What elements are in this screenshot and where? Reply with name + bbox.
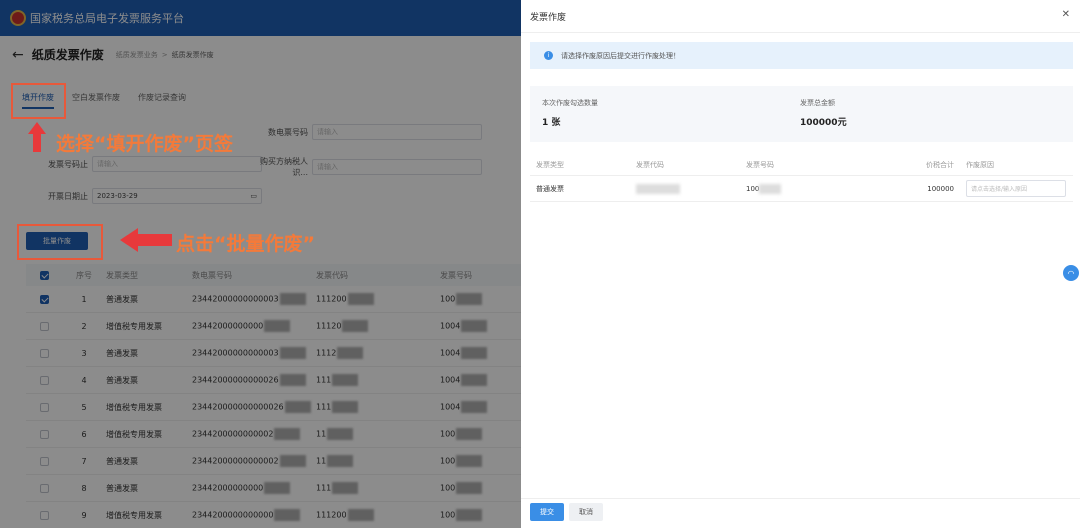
info-icon: i [544,51,553,60]
redacted-block [636,183,680,194]
table-header: 发票类型 发票代码 发票号码 价税合计 作废原因 [530,154,1073,176]
annotation-highlight-tab [11,83,66,119]
column-header: 作废原因 [966,160,994,169]
info-alert: i 请选择作废原因后提交进行作废处理！ [530,42,1073,69]
annotation-arrow-up-icon [28,122,46,154]
column-header: 发票号码 [746,160,774,169]
cancel-button[interactable]: 取消 [569,503,603,521]
annotation-select-tab: 选择“填开作废”页签 [56,133,233,155]
invoice-type-cell: 普通发票 [536,184,564,193]
annotation-highlight-batch [17,224,103,260]
void-reason-input[interactable]: 请点击选择/输入原因 [966,180,1066,197]
invoice-code-cell [630,183,740,194]
annotation-arrow-left-icon [120,228,172,252]
table-row: 普通发票 100 100000 请点击选择/输入原因 [530,176,1073,202]
invoice-number-cell: 100 [740,183,860,194]
headset-icon[interactable]: ◠ [1063,265,1079,281]
total-amount-stat: 发票总金额 100000元 [800,98,847,128]
selected-count-stat: 本次作废勾选数量 1 张 [542,98,598,128]
stat-label: 发票总金额 [800,99,835,107]
invoice-number-prefix: 100 [746,184,760,193]
alert-text: 请选择作废原因后提交进行作废处理！ [561,51,680,60]
total-amount-cell: 100000 [927,184,954,193]
column-header: 发票代码 [636,160,664,169]
selected-invoice-table: 发票类型 发票代码 发票号码 价税合计 作废原因 普通发票 100 100000… [530,154,1073,202]
redacted-block [759,183,782,194]
close-icon[interactable]: ✕ [1062,9,1070,20]
divider [521,32,1080,33]
divider [521,498,1080,499]
void-invoice-drawer: 发票作废 ✕ i 请选择作废原因后提交进行作废处理！ 本次作废勾选数量 1 张 … [521,0,1080,528]
column-header: 价税合计 [926,160,954,169]
stat-value: 1 张 [542,118,561,128]
column-header: 发票类型 [536,160,564,169]
void-reason-cell: 请点击选择/输入原因 [960,180,1073,197]
drawer-title: 发票作废 [530,13,567,23]
stat-value: 100000元 [800,118,847,128]
stat-label: 本次作废勾选数量 [542,99,598,107]
submit-button[interactable]: 提交 [530,503,564,521]
summary-panel: 本次作废勾选数量 1 张 发票总金额 100000元 [530,86,1073,142]
annotation-click-batch: 点击“批量作废” [176,233,315,255]
modal-overlay[interactable] [0,0,521,528]
